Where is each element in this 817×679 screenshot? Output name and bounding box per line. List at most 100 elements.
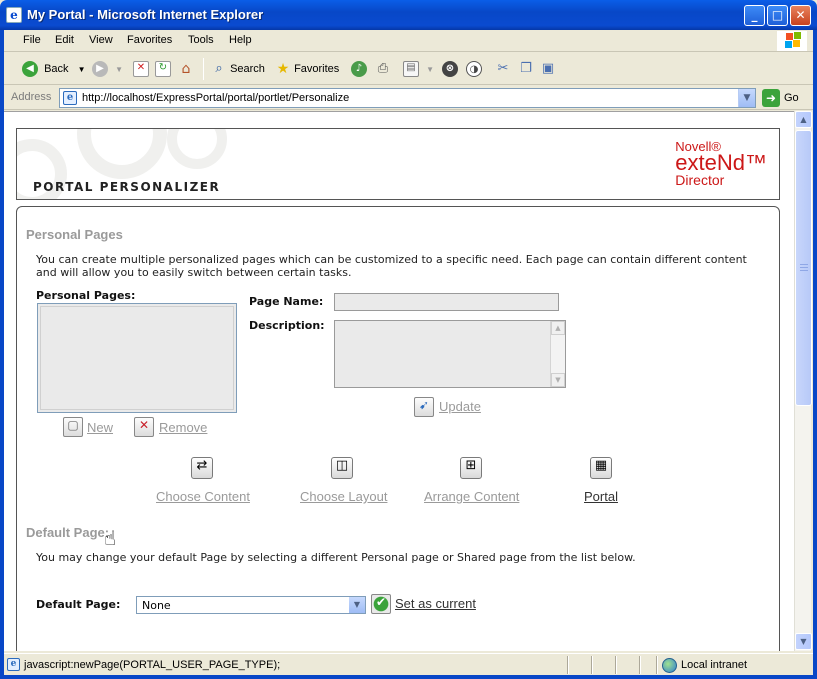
new-link[interactable]: New [87, 420, 113, 435]
description-textarea[interactable]: ▲ ▼ [334, 320, 566, 388]
personal-pages-list[interactable] [37, 303, 237, 413]
remove-icon[interactable]: ✕ [134, 417, 154, 437]
thumb-grip [800, 264, 808, 265]
select-dropdown-icon[interactable]: ▼ [349, 597, 365, 613]
page-name-input[interactable] [334, 293, 559, 311]
description-line-2: and will allow you to easily switch betw… [36, 266, 352, 279]
close-button[interactable]: ✕ [790, 5, 811, 26]
research-button[interactable]: ◑ [466, 60, 482, 78]
menu-favorites[interactable]: Favorites [127, 34, 172, 46]
copy-button[interactable]: ❐ [518, 60, 534, 78]
scroll-thumb[interactable] [795, 130, 812, 406]
description-line-1: You can create multiple personalized pag… [36, 253, 747, 266]
status-divider [615, 656, 617, 674]
address-bar: Address e http://localhost/ExpressPortal… [4, 86, 813, 110]
textarea-scrollbar[interactable]: ▲ ▼ [550, 321, 565, 387]
search-button[interactable]: ⌕ Search [211, 60, 265, 78]
favorites-button[interactable]: ★ Favorites [275, 60, 340, 78]
address-label: Address [11, 91, 52, 103]
choose-layout-link[interactable]: Choose Layout [300, 489, 387, 504]
update-icon[interactable]: ➹ [414, 397, 434, 417]
forward-button[interactable]: ▶ ▼ [92, 60, 123, 78]
scroll-down-arrow-icon[interactable]: ▼ [795, 633, 812, 650]
mail-dropdown-icon[interactable]: ▼ [426, 65, 434, 74]
mail-button[interactable]: ▤ ▼ [403, 60, 434, 78]
scroll-up-icon[interactable]: ▲ [551, 321, 565, 335]
paste-button[interactable]: ▣ [540, 60, 556, 78]
menu-bar: File Edit View Favorites Tools Help [4, 30, 813, 52]
portal-icon[interactable]: ▦ [590, 457, 612, 479]
address-dropdown-icon[interactable]: ▼ [738, 89, 755, 107]
arrange-content-link[interactable]: Arrange Content [424, 489, 519, 504]
personal-pages-heading: Personal Pages [26, 227, 123, 242]
scroll-down-icon[interactable]: ▼ [551, 373, 565, 387]
forward-dropdown-icon[interactable]: ▼ [115, 65, 123, 74]
home-button[interactable]: ⌂ [178, 60, 194, 78]
security-zone[interactable]: Local intranet [662, 657, 747, 673]
menu-tools[interactable]: Tools [188, 34, 214, 46]
remove-link[interactable]: Remove [159, 420, 207, 435]
personalize-panel: Personal Pages You can create multiple p… [16, 206, 780, 651]
standard-toolbar: ◀ Back ▼ ▶ ▼ ✕ ↻ ⌂ ⌕ Search ★ Favorites … [4, 53, 813, 85]
personal-pages-description: You can create multiple personalized pag… [36, 253, 776, 279]
status-divider [567, 656, 569, 674]
scroll-up-arrow-icon[interactable]: ▲ [795, 111, 812, 128]
portal-header: PORTAL PERSONALIZER Novell® exteNd™ Dire… [16, 128, 780, 200]
status-divider [591, 656, 593, 674]
check-icon[interactable]: ✔ [371, 594, 391, 614]
back-dropdown-icon[interactable]: ▼ [78, 65, 86, 74]
menu-view[interactable]: View [89, 34, 113, 46]
stop-all-button[interactable]: ⊗ [442, 60, 458, 78]
search-icon: ⌕ [215, 61, 223, 77]
status-divider [639, 656, 641, 674]
back-button[interactable]: ◀ Back ▼ [22, 60, 86, 78]
default-page-description: You may change your default Page by sele… [36, 551, 636, 564]
window-title: My Portal - Microsoft Internet Explorer [27, 7, 264, 22]
brand-logo: Novell® exteNd™ Director [675, 140, 767, 188]
status-bar: e javascript:newPage(PORTAL_USER_PAGE_TY… [4, 653, 813, 675]
windows-logo-icon [777, 31, 807, 51]
printer-icon: ⎙ [377, 61, 389, 77]
choose-layout-icon[interactable]: ◫ [331, 457, 353, 479]
menu-edit[interactable]: Edit [55, 34, 74, 46]
hand-cursor-icon: ☝ [104, 526, 117, 550]
media-button[interactable]: ♪ [351, 60, 367, 78]
page-icon: e [63, 91, 77, 105]
menu-file[interactable]: File [23, 34, 41, 46]
refresh-button[interactable]: ↻ [155, 60, 171, 78]
gear-watermark [77, 129, 167, 179]
minimize-button[interactable]: _ [744, 5, 765, 26]
page-scrollbar[interactable]: ▲ ▼ [794, 111, 812, 651]
maximize-button[interactable]: □ [767, 5, 788, 26]
brand-line-2: exteNd™ [675, 150, 767, 175]
stop-icon: ✕ [133, 61, 149, 78]
intranet-globe-icon [662, 657, 677, 673]
default-page-select[interactable]: None ▼ [136, 596, 366, 614]
new-page-icon[interactable]: ▢ [63, 417, 83, 437]
ie-app-icon[interactable]: e [6, 7, 22, 23]
address-input[interactable]: e http://localhost/ExpressPortal/portal/… [59, 88, 756, 108]
search-label: Search [230, 63, 265, 75]
set-as-current-link[interactable]: Set as current [395, 596, 476, 611]
cut-button[interactable]: ✂ [495, 60, 511, 78]
menu-help[interactable]: Help [229, 34, 252, 46]
default-page-selected: None [142, 599, 171, 612]
update-link[interactable]: Update [439, 399, 481, 414]
gear-watermark [167, 129, 227, 169]
choose-content-link[interactable]: Choose Content [156, 489, 250, 504]
go-button[interactable]: ➜ Go [762, 89, 799, 108]
choose-content-icon[interactable]: ⇄ [191, 457, 213, 479]
personal-pages-list-label: Personal Pages: [36, 289, 136, 302]
media-icon: ♪ [351, 61, 367, 78]
history-button[interactable]: ⎙ [375, 60, 391, 78]
window-frame-right [813, 30, 817, 679]
portal-link[interactable]: Portal [584, 489, 618, 504]
home-icon: ⌂ [181, 61, 191, 78]
title-bar: e My Portal - Microsoft Internet Explore… [0, 0, 817, 30]
page-name-label: Page Name: [249, 295, 324, 308]
thumb-grip [800, 267, 808, 268]
arrange-content-icon[interactable]: ⊞ [460, 457, 482, 479]
refresh-icon: ↻ [155, 61, 171, 78]
default-page-heading: Default Page: [26, 525, 110, 540]
stop-button[interactable]: ✕ [133, 60, 149, 78]
